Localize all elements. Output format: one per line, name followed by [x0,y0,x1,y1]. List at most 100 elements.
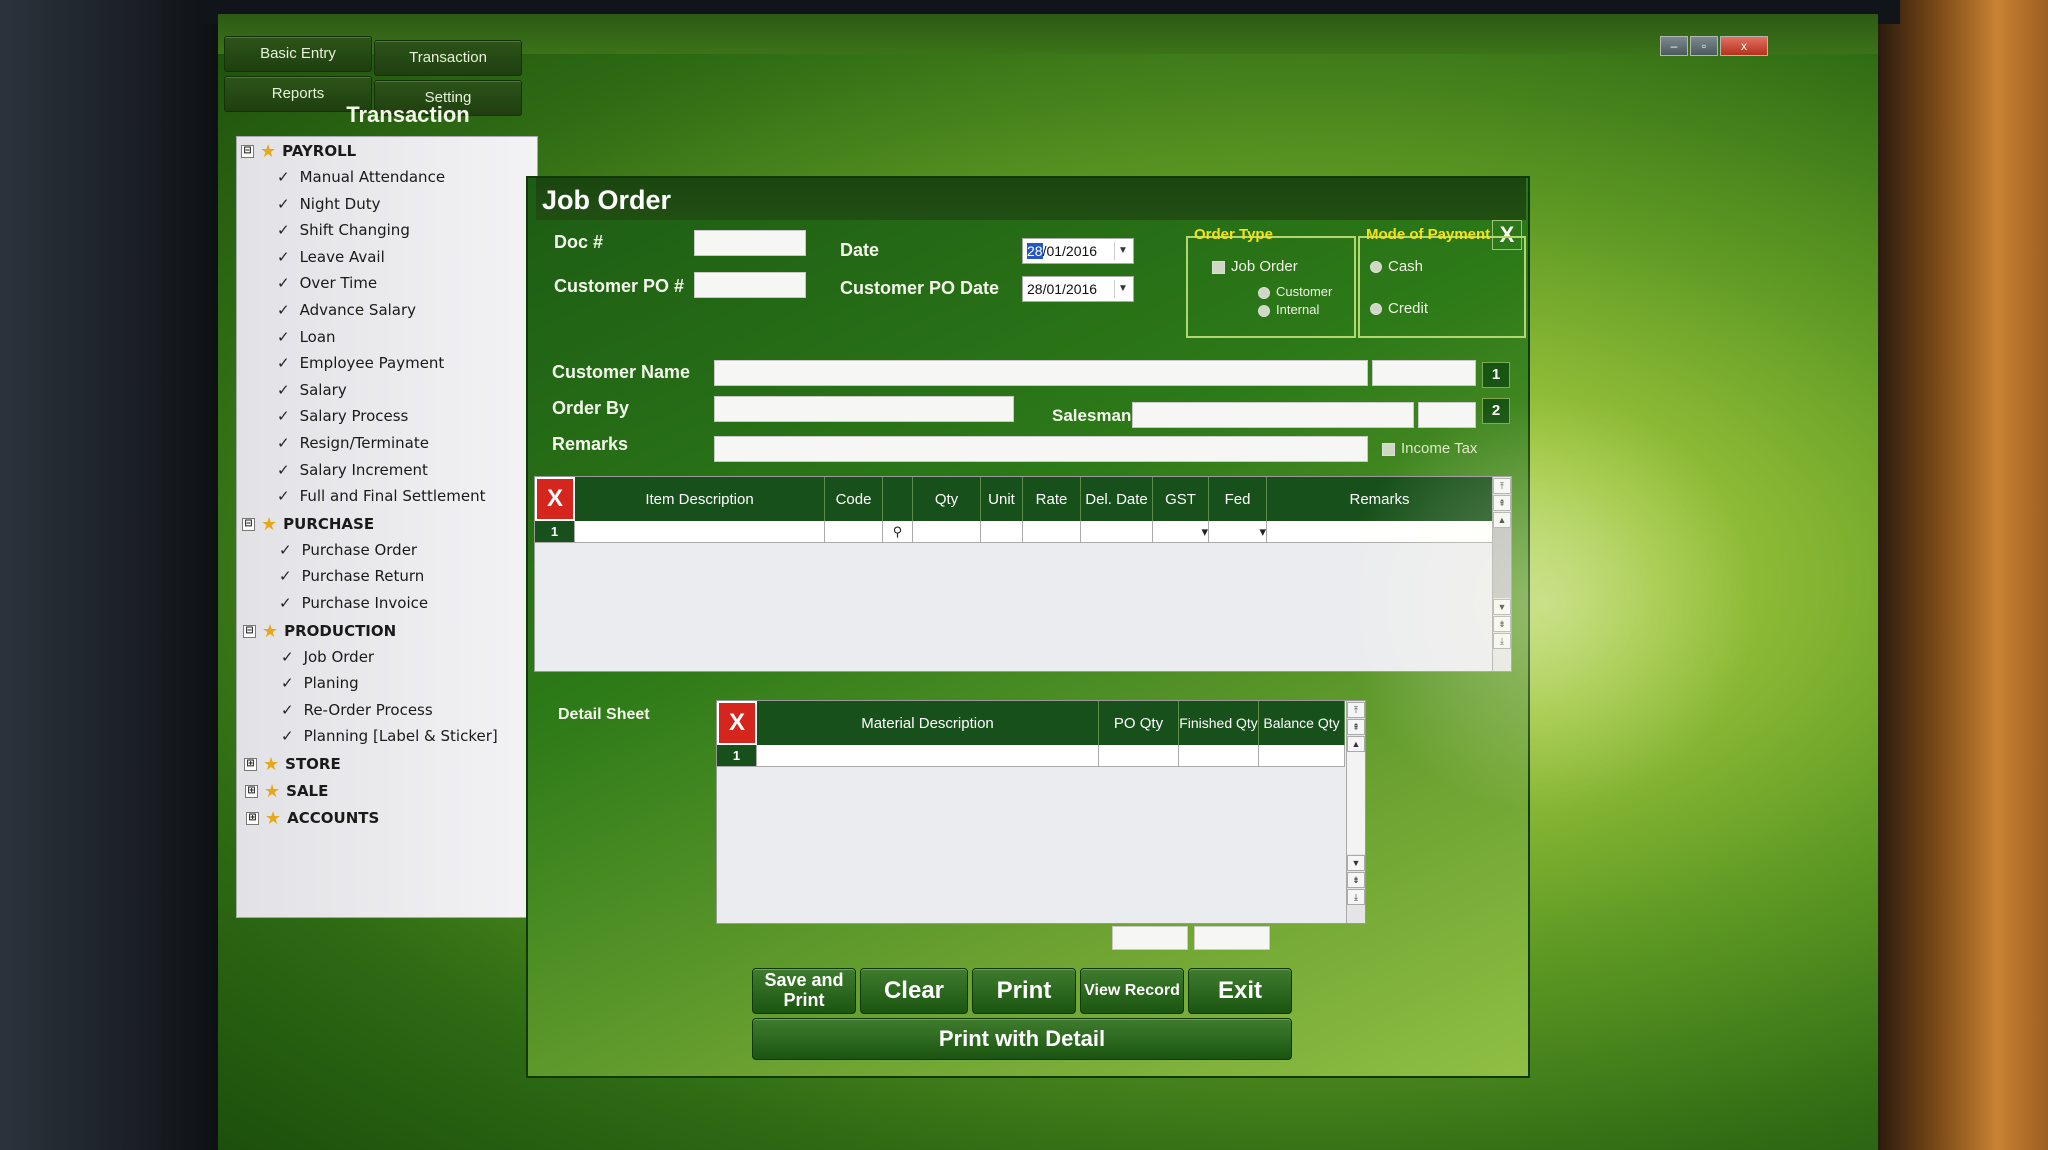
tree-item[interactable]: ✓ Manual Attendance [277,168,445,192]
code-cell[interactable] [825,521,883,543]
remarks-cell[interactable] [1267,521,1493,543]
expand-toggle-icon[interactable]: ⊞ [246,812,259,825]
salesman-code-field[interactable] [1418,402,1476,428]
tree-group-purchase[interactable]: ⊟ ★ PURCHASE [242,514,374,538]
scroll-page-down-icon[interactable]: ⇟ [1347,872,1365,888]
del-date-cell[interactable] [1081,521,1153,543]
income-tax-checkbox[interactable]: Income Tax [1382,440,1477,457]
scroll-down-icon[interactable]: ▼ [1493,599,1511,615]
table-row[interactable]: 1 [717,745,1345,767]
scroll-bottom-icon[interactable]: ⤓ [1493,633,1511,649]
customer-lookup-button[interactable]: 1 [1482,362,1510,388]
scroll-track[interactable] [1347,752,1365,854]
customer-po-field[interactable] [694,272,806,298]
scroll-page-down-icon[interactable]: ⇟ [1493,616,1511,632]
print-with-detail-button[interactable]: Print with Detail [752,1018,1292,1060]
tree-item[interactable]: ✓ Job Order [281,648,374,672]
tree-item[interactable]: ✓ Over Time [277,274,377,298]
tree-item[interactable]: ✓ Purchase Order [279,541,417,565]
scroll-page-up-icon[interactable]: ⇞ [1493,495,1511,511]
scroll-down-icon[interactable]: ▼ [1347,855,1365,871]
credit-radio[interactable]: Credit [1370,300,1428,317]
minimize-button[interactable]: – [1660,36,1688,56]
scroll-page-up-icon[interactable]: ⇞ [1347,719,1365,735]
tree-item[interactable]: ✓ Purchase Return [279,567,424,591]
rate-cell[interactable] [1023,521,1081,543]
tree-item[interactable]: ✓ Full and Final Settlement [277,487,485,511]
expand-toggle-icon[interactable]: ⊞ [244,758,257,771]
close-window-button[interactable]: x [1720,36,1768,56]
save-and-print-button[interactable]: Save and Print [752,968,856,1014]
balance-qty-cell[interactable] [1259,745,1345,767]
table-row[interactable]: 1 ⚲ ▾ ▾ [535,521,1493,543]
menu-basic-entry[interactable]: Basic Entry [224,36,372,72]
tree-item[interactable]: ✓ Purchase Invoice [279,594,428,618]
customer-name-field[interactable] [714,360,1368,386]
scroll-top-icon[interactable]: ⤒ [1493,478,1511,494]
customer-po-date-picker[interactable]: 28/01/2016 ▼ [1022,276,1134,302]
finished-qty-cell[interactable] [1179,745,1259,767]
tree-item[interactable]: ✓ Night Duty [277,195,380,219]
expand-toggle-icon[interactable]: ⊟ [241,145,254,158]
doc-number-field[interactable] [694,230,806,256]
scroll-up-icon[interactable]: ▲ [1347,736,1365,752]
tree-item[interactable]: ✓ Resign/Terminate [277,434,429,458]
date-picker[interactable]: 28/01/2016 ▼ [1022,238,1134,264]
delete-row-button[interactable]: X [717,701,757,745]
tree-group-production[interactable]: ⊟ ★ PRODUCTION [243,621,396,645]
fed-dropdown[interactable]: ▾ [1209,521,1267,543]
tree-group-accounts[interactable]: ⊞ ★ ACCOUNTS [246,808,379,832]
expand-toggle-icon[interactable]: ⊞ [245,785,258,798]
tree-item[interactable]: ✓ Planing [281,674,359,698]
po-qty-cell[interactable] [1099,745,1179,767]
binoculars-icon[interactable]: ⚲ [883,521,913,543]
tree-item[interactable]: ✓ Advance Salary [277,301,416,325]
clear-button[interactable]: Clear [860,968,968,1014]
menu-transaction[interactable]: Transaction [374,40,522,76]
delete-row-button[interactable]: X [535,477,575,521]
remarks-field[interactable] [714,436,1368,462]
tree-item[interactable]: ✓ Shift Changing [277,221,410,245]
exit-button[interactable]: Exit [1188,968,1292,1014]
tree-group-payroll[interactable]: ⊟ ★ PAYROLL [241,141,356,165]
total-finished-field[interactable] [1112,926,1188,950]
customer-radio[interactable]: Customer [1258,284,1332,299]
expand-toggle-icon[interactable]: ⊟ [243,624,256,638]
chevron-down-icon[interactable]: ▼ [1114,242,1131,260]
tree-item[interactable]: ✓ Salary Increment [277,461,428,485]
tree-item[interactable]: ✓ Employee Payment [277,354,444,378]
view-record-button[interactable]: View Record [1080,968,1184,1014]
unit-cell[interactable] [981,521,1023,543]
item-grid-scrollbar[interactable]: ⤒ ⇞ ▲ ▼ ⇟ ⤓ [1492,477,1511,671]
total-balance-field[interactable] [1194,926,1270,950]
tree-item[interactable]: ✓ Salary Process [277,407,408,431]
tree-item[interactable]: ✓ Salary [277,381,347,405]
detail-grid-scrollbar[interactable]: ⤒ ⇞ ▲ ▼ ⇟ ⤓ [1346,701,1365,923]
tree-group-sale[interactable]: ⊞ ★ SALE [245,781,328,805]
scroll-up-icon[interactable]: ▲ [1493,512,1511,528]
maximize-button[interactable]: ▫ [1690,36,1718,56]
gst-dropdown[interactable]: ▾ [1153,521,1209,543]
qty-cell[interactable] [913,521,981,543]
customer-code-field[interactable] [1372,360,1476,386]
tree-item[interactable]: ✓ Re-Order Process [281,701,433,725]
scroll-track[interactable] [1493,528,1511,598]
job-order-checkbox[interactable]: Job Order [1212,258,1298,275]
salesman-field[interactable] [1132,402,1414,428]
order-by-field[interactable] [714,396,1014,422]
tree-item[interactable]: ✓ Leave Avail [277,248,385,272]
item-description-cell[interactable] [575,521,825,543]
cash-radio[interactable]: Cash [1370,258,1423,275]
internal-radio[interactable]: Internal [1258,302,1319,317]
scroll-bottom-icon[interactable]: ⤓ [1347,889,1365,905]
material-description-cell[interactable] [757,745,1099,767]
print-button[interactable]: Print [972,968,1076,1014]
column-header: Material Description [757,701,1099,745]
scroll-top-icon[interactable]: ⤒ [1347,702,1365,718]
tree-group-store[interactable]: ⊞ ★ STORE [244,754,341,778]
chevron-down-icon[interactable]: ▼ [1114,280,1131,298]
tree-item[interactable]: ✓ Planning [Label & Sticker] [281,727,498,751]
expand-toggle-icon[interactable]: ⊟ [242,517,255,531]
salesman-lookup-button[interactable]: 2 [1482,398,1510,424]
tree-item[interactable]: ✓ Loan [277,328,336,352]
